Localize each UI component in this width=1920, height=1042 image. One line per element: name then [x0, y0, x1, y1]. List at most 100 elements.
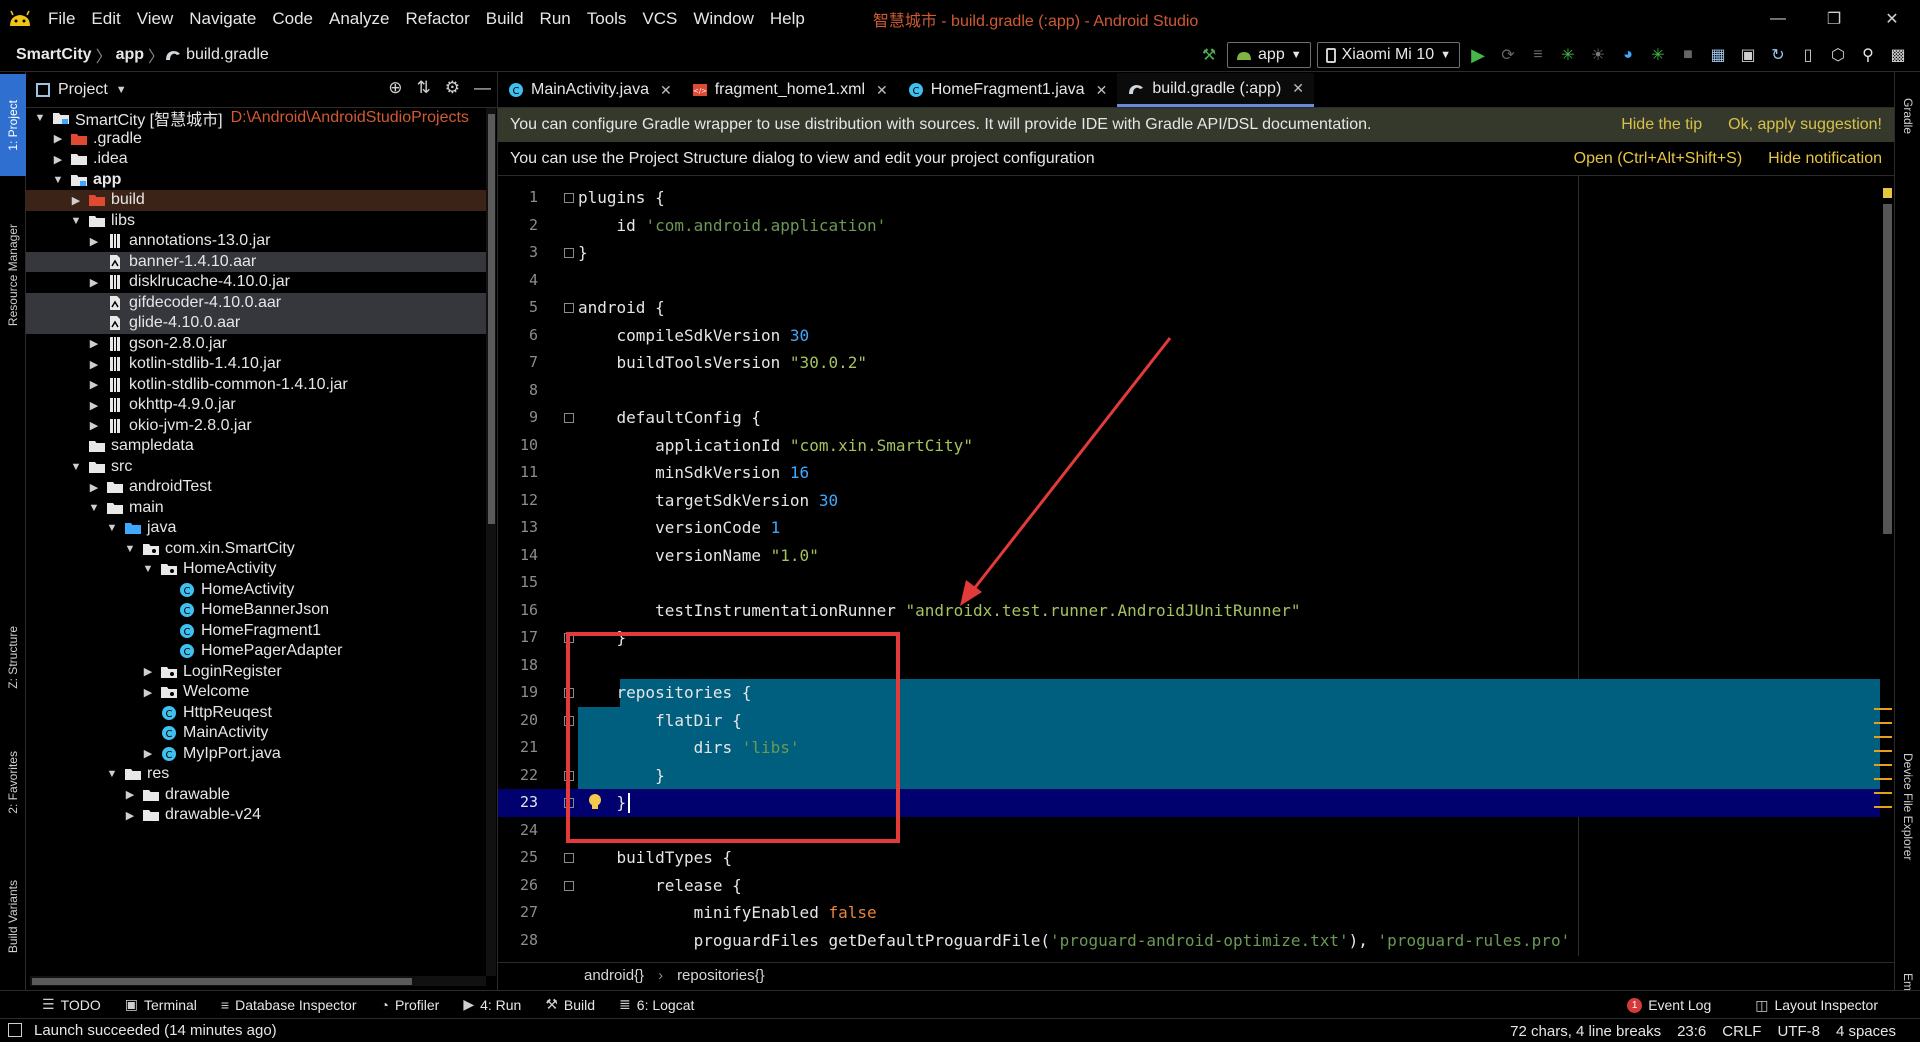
fold-marker-icon[interactable] [564, 303, 574, 313]
menu-tools[interactable]: Tools [579, 9, 635, 29]
breadcrumb-module[interactable]: app [112, 46, 148, 64]
tree-item[interactable]: sampledata [26, 436, 486, 457]
close-tab-icon[interactable]: ✕ [660, 82, 672, 99]
apply-suggestion-link[interactable]: Ok, apply suggestion! [1728, 116, 1882, 134]
bottom-tool-terminal[interactable]: ▣ Terminal [113, 996, 209, 1013]
hide-notification-link[interactable]: Hide notification [1768, 150, 1882, 168]
tree-item[interactable]: C HttpReuqest [26, 703, 486, 724]
code-line[interactable] [578, 817, 1880, 845]
editor-tab[interactable]: </> fragment_home1.xml ✕ [682, 73, 898, 107]
tree-item[interactable]: ▶ .gradle [26, 129, 486, 150]
close-icon[interactable]: ✕ [1866, 0, 1918, 38]
tree-item[interactable]: ▶ androidTest [26, 477, 486, 498]
tree-item[interactable]: ▶ C MyIpPort.java [26, 744, 486, 765]
tree-item[interactable]: gifdecoder-4.10.0.aar [26, 292, 486, 313]
expand-arrow-icon[interactable]: ▼ [50, 174, 66, 186]
expand-arrow-icon[interactable]: ▼ [104, 768, 120, 780]
code-line[interactable]: id 'com.android.application' [578, 212, 1880, 240]
bottom-tool-profiler[interactable]: ◔ Profiler [368, 996, 451, 1013]
code-line[interactable]: } [578, 789, 1880, 817]
code-editor[interactable]: plugins { id 'com.android.application'} a… [498, 176, 1880, 956]
tree-item[interactable]: ▼ java [26, 518, 486, 539]
project-structure-icon[interactable]: ▦ [1706, 43, 1730, 67]
lightbulb-icon[interactable] [588, 793, 602, 811]
editor-tab[interactable]: C MainActivity.java ✕ [498, 73, 682, 107]
collapse-arrow-icon[interactable]: ▶ [68, 194, 84, 207]
tree-item[interactable]: ▶ okio-jvm-2.8.0.jar [26, 416, 486, 437]
tree-item[interactable]: C HomeActivity [26, 580, 486, 601]
project-view-select[interactable]: Project [58, 81, 108, 99]
code-line[interactable]: android { [578, 294, 1880, 322]
collapse-arrow-icon[interactable]: ▶ [86, 337, 102, 350]
collapse-arrow-icon[interactable]: ▶ [122, 788, 138, 801]
code-line[interactable] [578, 652, 1880, 680]
sdk-manager-icon[interactable]: ⬡ [1826, 43, 1850, 67]
avd-manager-icon[interactable]: ▣ [1736, 43, 1760, 67]
settings-icon[interactable]: ▩ [1886, 43, 1910, 67]
fold-marker-icon[interactable] [564, 248, 574, 258]
project-vertical-scrollbar[interactable] [486, 108, 496, 976]
menu-run[interactable]: Run [532, 9, 579, 29]
debug-process-icon[interactable]: ✳ [1646, 43, 1670, 67]
sync-gradle-icon[interactable]: ↻ [1766, 43, 1790, 67]
bottom-tool-database-inspector[interactable]: ≡ Database Inspector [209, 996, 369, 1013]
tree-item[interactable]: ▼ SmartCity [智慧城市] D:\Android\AndroidStudi… [26, 108, 486, 129]
collapse-arrow-icon[interactable]: ▶ [86, 235, 102, 248]
tab-gradle[interactable]: Gradle [1895, 76, 1920, 156]
device-manager-icon[interactable]: ▯ [1796, 43, 1820, 67]
tab-project[interactable]: 1: Project [0, 74, 26, 176]
tree-item[interactable]: ▶ Welcome [26, 682, 486, 703]
tab-favorites[interactable]: 2: Favorites [0, 732, 26, 832]
file-encoding[interactable]: UTF-8 [1777, 1023, 1820, 1040]
run-config-select[interactable]: app ▼ [1227, 42, 1311, 68]
tab-build-variants[interactable]: Build Variants [0, 862, 26, 972]
attach-debugger-icon[interactable]: ☀ [1586, 43, 1610, 67]
tree-item[interactable]: ▶ annotations-13.0.jar [26, 231, 486, 252]
menu-code[interactable]: Code [264, 9, 321, 29]
collapse-arrow-icon[interactable]: ▶ [50, 153, 66, 166]
tree-item[interactable]: ▼ app [26, 170, 486, 191]
fold-marker-icon[interactable] [564, 770, 574, 781]
fold-marker-icon[interactable] [564, 688, 574, 698]
menu-navigate[interactable]: Navigate [181, 9, 264, 29]
code-line[interactable]: proguardFiles getDefaultProguardFile('pr… [578, 927, 1880, 955]
expand-arrow-icon[interactable]: ▼ [140, 563, 156, 575]
gear-icon[interactable]: ⚙ [445, 78, 460, 98]
open-project-structure-link[interactable]: Open (Ctrl+Alt+Shift+S) [1574, 150, 1743, 168]
hide-tip-link[interactable]: Hide the tip [1621, 116, 1702, 134]
code-line[interactable]: versionCode 1 [578, 514, 1880, 542]
menu-analyze[interactable]: Analyze [321, 9, 397, 29]
chevron-down-icon[interactable]: ▼ [116, 84, 127, 96]
code-line[interactable]: flatDir { [578, 707, 1880, 735]
code-line[interactable]: minSdkVersion 16 [578, 459, 1880, 487]
bottom-tool-todo[interactable]: ☰ TODO [30, 996, 113, 1013]
tab-device-file-explorer[interactable]: Device File Explorer [1895, 702, 1920, 912]
tree-item[interactable]: ▶ disklrucache-4.10.0.jar [26, 272, 486, 293]
collapse-arrow-icon[interactable]: ▶ [140, 747, 156, 760]
collapse-arrow-icon[interactable]: ▶ [140, 665, 156, 678]
tree-item[interactable]: ▶ kotlin-stdlib-1.4.10.jar [26, 354, 486, 375]
expand-arrow-icon[interactable]: ▼ [104, 522, 120, 534]
code-line[interactable]: defaultConfig { [578, 404, 1880, 432]
collapse-arrow-icon[interactable]: ▶ [86, 358, 102, 371]
tree-item[interactable]: banner-1.4.10.aar [26, 251, 486, 272]
code-line[interactable]: targetSdkVersion 30 [578, 487, 1880, 515]
hide-panel-icon[interactable]: — [474, 78, 491, 98]
tree-item[interactable]: ▼ main [26, 498, 486, 519]
collapse-all-icon[interactable]: ⇅ [417, 78, 431, 98]
tab-resource-manager[interactable]: Resource Manager [0, 200, 26, 350]
editor-tab[interactable]: C HomeFragment1.java ✕ [898, 73, 1118, 107]
bottom-tool-6-logcat[interactable]: ≣ 6: Logcat [607, 996, 706, 1013]
code-line[interactable]: plugins { [578, 184, 1880, 212]
indent-setting[interactable]: 4 spaces [1836, 1023, 1896, 1040]
tree-item[interactable]: ▼ libs [26, 211, 486, 232]
debug-icon[interactable]: ✳ [1556, 43, 1580, 67]
tree-item[interactable]: ▼ com.xin.SmartCity [26, 539, 486, 560]
fold-marker-icon[interactable] [564, 853, 574, 863]
fold-marker-icon[interactable] [564, 633, 574, 643]
tree-item[interactable]: C HomePagerAdapter [26, 641, 486, 662]
restore-icon[interactable]: ❐ [1808, 0, 1860, 38]
code-line[interactable]: repositories { [578, 679, 1880, 707]
breadcrumb-file[interactable]: build.gradle [164, 46, 269, 64]
tree-item[interactable]: ▶ drawable-v24 [26, 805, 486, 826]
